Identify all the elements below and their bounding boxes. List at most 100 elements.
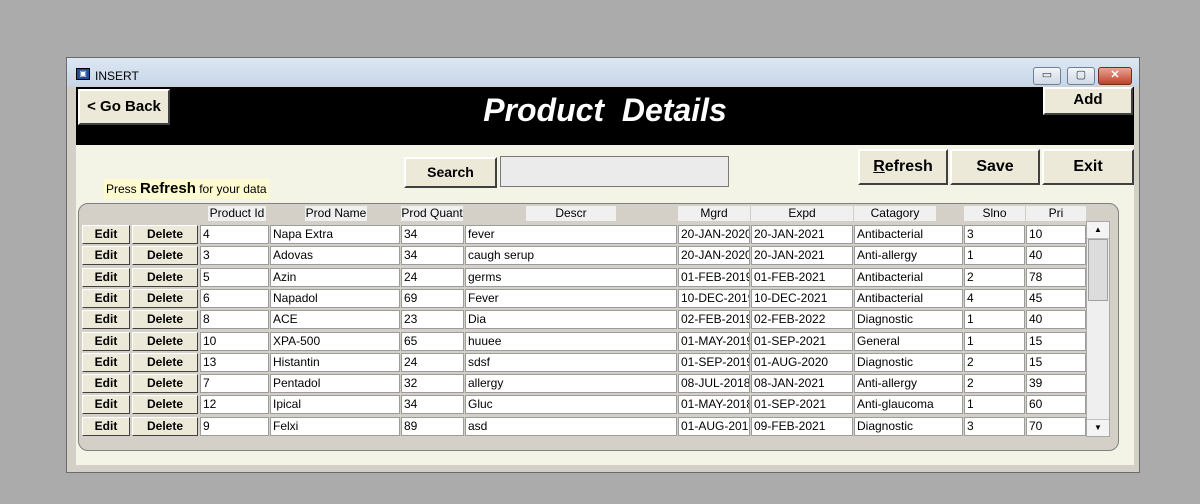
cell-mgrd[interactable]: 10-DEC-2019 [678,289,750,308]
edit-button[interactable]: Edit [82,289,130,308]
cell-catagory[interactable]: Diagnostic [854,310,963,329]
cell-mgrd[interactable]: 20-JAN-2020 [678,225,750,244]
cell-product-id[interactable]: 3 [200,246,269,265]
cell-prod-name[interactable]: Napadol [270,289,400,308]
cell-prod-quant[interactable]: 23 [401,310,464,329]
refresh-button[interactable]: Refresh [858,149,948,185]
edit-button[interactable]: Edit [82,225,130,244]
cell-catagory[interactable]: General [854,332,963,351]
cell-descr[interactable]: germs [465,268,677,287]
cell-pri[interactable]: 15 [1026,332,1086,351]
cell-pri[interactable]: 10 [1026,225,1086,244]
cell-pri[interactable]: 78 [1026,268,1086,287]
cell-mgrd[interactable]: 08-JUL-2018 [678,374,750,393]
delete-button[interactable]: Delete [132,225,198,244]
delete-button[interactable]: Delete [132,374,198,393]
cell-prod-name[interactable]: XPA-500 [270,332,400,351]
cell-catagory[interactable]: Diagnostic [854,417,963,436]
cell-expd[interactable]: 20-JAN-2021 [751,225,853,244]
cell-expd[interactable]: 10-DEC-2021 [751,289,853,308]
cell-pri[interactable]: 40 [1026,246,1086,265]
cell-prod-name[interactable]: Histantin [270,353,400,372]
cell-product-id[interactable]: 7 [200,374,269,393]
cell-catagory[interactable]: Antibacterial [854,225,963,244]
edit-button[interactable]: Edit [82,395,130,414]
cell-prod-quant[interactable]: 89 [401,417,464,436]
cell-pri[interactable]: 45 [1026,289,1086,308]
cell-expd[interactable]: 01-FEB-2021 [751,268,853,287]
cell-pri[interactable]: 40 [1026,310,1086,329]
cell-pri[interactable]: 60 [1026,395,1086,414]
cell-prod-quant[interactable]: 24 [401,353,464,372]
cell-mgrd[interactable]: 01-MAY-2019 [678,332,750,351]
cell-slno[interactable]: 2 [964,353,1025,372]
cell-prod-quant[interactable]: 34 [401,246,464,265]
cell-pri[interactable]: 15 [1026,353,1086,372]
maximize-button[interactable]: ▢ [1067,67,1095,85]
cell-mgrd[interactable]: 01-AUG-2019 [678,417,750,436]
cell-catagory[interactable]: Anti-glaucoma [854,395,963,414]
cell-prod-name[interactable]: Felxi [270,417,400,436]
cell-slno[interactable]: 1 [964,395,1025,414]
exit-button[interactable]: Exit [1042,149,1134,185]
search-button[interactable]: Search [404,157,497,188]
cell-mgrd[interactable]: 20-JAN-2020 [678,246,750,265]
delete-button[interactable]: Delete [132,310,198,329]
cell-expd[interactable]: 01-SEP-2021 [751,332,853,351]
cell-prod-quant[interactable]: 24 [401,268,464,287]
cell-expd[interactable]: 01-SEP-2021 [751,395,853,414]
vertical-scrollbar[interactable]: ▲ ▼ [1086,221,1110,437]
cell-slno[interactable]: 1 [964,246,1025,265]
cell-pri[interactable]: 70 [1026,417,1086,436]
cell-prod-quant[interactable]: 34 [401,395,464,414]
cell-descr[interactable]: huuee [465,332,677,351]
edit-button[interactable]: Edit [82,374,130,393]
cell-expd[interactable]: 20-JAN-2021 [751,246,853,265]
cell-product-id[interactable]: 8 [200,310,269,329]
cell-descr[interactable]: Gluc [465,395,677,414]
add-button[interactable]: Add [1043,87,1133,115]
cell-catagory[interactable]: Antibacterial [854,289,963,308]
delete-button[interactable]: Delete [132,353,198,372]
cell-mgrd[interactable]: 01-SEP-2019 [678,353,750,372]
cell-descr[interactable]: Dia [465,310,677,329]
edit-button[interactable]: Edit [82,353,130,372]
scroll-down-icon[interactable]: ▼ [1087,419,1109,436]
cell-product-id[interactable]: 5 [200,268,269,287]
cell-slno[interactable]: 1 [964,332,1025,351]
cell-prod-quant[interactable]: 34 [401,225,464,244]
cell-prod-quant[interactable]: 69 [401,289,464,308]
cell-product-id[interactable]: 13 [200,353,269,372]
cell-catagory[interactable]: Anti-allergy [854,374,963,393]
cell-catagory[interactable]: Antibacterial [854,268,963,287]
cell-product-id[interactable]: 10 [200,332,269,351]
search-input[interactable] [500,156,729,187]
edit-button[interactable]: Edit [82,246,130,265]
cell-descr[interactable]: sdsf [465,353,677,372]
edit-button[interactable]: Edit [82,332,130,351]
cell-product-id[interactable]: 6 [200,289,269,308]
cell-prod-name[interactable]: ACE [270,310,400,329]
delete-button[interactable]: Delete [132,246,198,265]
cell-slno[interactable]: 3 [964,417,1025,436]
cell-slno[interactable]: 2 [964,268,1025,287]
delete-button[interactable]: Delete [132,417,198,436]
cell-prod-quant[interactable]: 32 [401,374,464,393]
cell-prod-name[interactable]: Ipical [270,395,400,414]
cell-prod-name[interactable]: Pentadol [270,374,400,393]
cell-mgrd[interactable]: 02-FEB-2019 [678,310,750,329]
save-button[interactable]: Save [950,149,1040,185]
cell-descr[interactable]: allergy [465,374,677,393]
cell-expd[interactable]: 09-FEB-2021 [751,417,853,436]
edit-button[interactable]: Edit [82,417,130,436]
cell-descr[interactable]: Fever [465,289,677,308]
minimize-button[interactable]: ▭ [1033,67,1061,85]
delete-button[interactable]: Delete [132,289,198,308]
cell-pri[interactable]: 39 [1026,374,1086,393]
cell-descr[interactable]: caugh serup [465,246,677,265]
edit-button[interactable]: Edit [82,268,130,287]
cell-slno[interactable]: 1 [964,310,1025,329]
cell-mgrd[interactable]: 01-FEB-2019 [678,268,750,287]
cell-slno[interactable]: 2 [964,374,1025,393]
cell-slno[interactable]: 4 [964,289,1025,308]
